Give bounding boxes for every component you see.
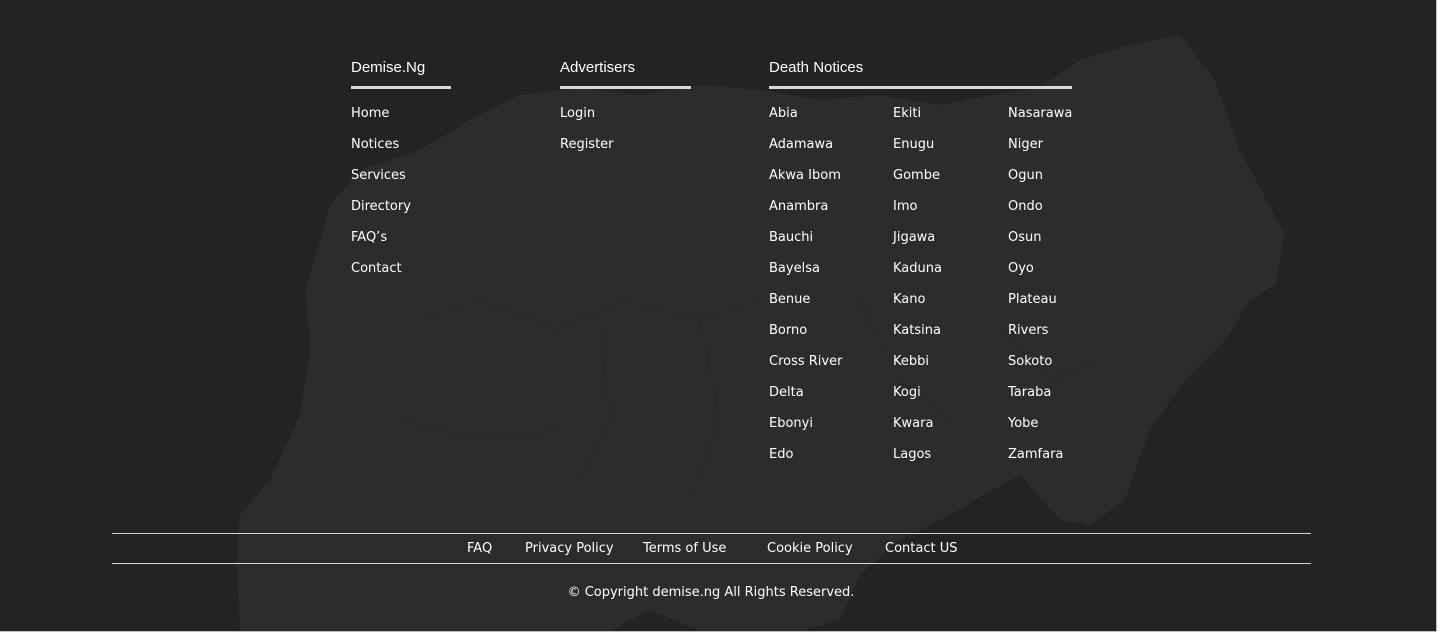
state-link[interactable]: Taraba [1008, 384, 1072, 415]
state-link[interactable]: Bayelsa [769, 260, 842, 291]
state-link[interactable]: Akwa Ibom [769, 167, 842, 198]
state-link[interactable]: Oyo [1008, 260, 1072, 291]
state-link[interactable]: Kogi [893, 384, 942, 415]
nigeria-map-background [236, 35, 1285, 631]
state-link[interactable]: Adamawa [769, 136, 842, 167]
state-link[interactable]: Kaduna [893, 260, 942, 291]
state-link[interactable]: Katsina [893, 322, 942, 353]
state-link[interactable]: Cross River [769, 353, 842, 384]
state-link[interactable]: Delta [769, 384, 842, 415]
bottom-link-privacy-policy[interactable]: Privacy Policy [525, 540, 614, 558]
footer-divider-bottom [112, 563, 1311, 564]
state-link[interactable]: Lagos [893, 446, 942, 477]
state-link[interactable]: Abia [769, 105, 842, 136]
footer-link-home[interactable]: Home [351, 105, 411, 136]
state-link[interactable]: Yobe [1008, 415, 1072, 446]
state-list-2: Ekiti Enugu Gombe Imo Jigawa Kaduna Kano… [893, 105, 942, 477]
death-notices-heading: Death Notices [769, 58, 1072, 89]
demise-ng-column: Demise.Ng Home Notices Services Director… [351, 58, 451, 276]
state-link[interactable]: Imo [893, 198, 942, 229]
state-link[interactable]: Jigawa [893, 229, 942, 260]
state-link[interactable]: Ogun [1008, 167, 1072, 198]
advertisers-heading: Advertisers [560, 58, 691, 89]
bottom-link-faq[interactable]: FAQ [467, 540, 492, 558]
state-link[interactable]: Kwara [893, 415, 942, 446]
death-notices-column: Death Notices Abia Adamawa Akwa Ibom Ana… [769, 58, 1072, 462]
footer-link-directory[interactable]: Directory [351, 198, 411, 229]
state-link[interactable]: Bauchi [769, 229, 842, 260]
bottom-link-terms-of-use[interactable]: Terms of Use [643, 540, 726, 558]
state-link[interactable]: Sokoto [1008, 353, 1072, 384]
footer-link-faqs[interactable]: FAQ’s [351, 229, 411, 260]
footer-link-contact[interactable]: Contact [351, 260, 411, 291]
state-link[interactable]: Nasarawa [1008, 105, 1072, 136]
brand-heading: Demise.Ng [351, 58, 451, 89]
state-link[interactable]: Osun [1008, 229, 1072, 260]
state-link[interactable]: Kano [893, 291, 942, 322]
state-link[interactable]: Plateau [1008, 291, 1072, 322]
site-footer: Demise.Ng Home Notices Services Director… [0, 0, 1437, 632]
footer-link-services[interactable]: Services [351, 167, 411, 198]
advertisers-links: Login Register [560, 105, 614, 167]
state-link[interactable]: Niger [1008, 136, 1072, 167]
state-link[interactable]: Gombe [893, 167, 942, 198]
footer-divider-top [112, 533, 1311, 534]
state-link[interactable]: Ekiti [893, 105, 942, 136]
state-link[interactable]: Borno [769, 322, 842, 353]
copyright-text: © Copyright demise.ng All Rights Reserve… [567, 585, 855, 600]
advertisers-column: Advertisers Login Register [560, 58, 691, 152]
state-link[interactable]: Anambra [769, 198, 842, 229]
bottom-nav: FAQ Privacy Policy Terms of Use Cookie P… [0, 540, 1436, 560]
state-link[interactable]: Kebbi [893, 353, 942, 384]
footer-link-login[interactable]: Login [560, 105, 614, 136]
state-list-3: Nasarawa Niger Ogun Ondo Osun Oyo Platea… [1008, 105, 1072, 477]
state-list-1: Abia Adamawa Akwa Ibom Anambra Bauchi Ba… [769, 105, 842, 477]
bottom-link-cookie-policy[interactable]: Cookie Policy [767, 540, 853, 558]
brand-links: Home Notices Services Directory FAQ’s Co… [351, 105, 411, 291]
state-link[interactable]: Benue [769, 291, 842, 322]
state-link[interactable]: Rivers [1008, 322, 1072, 353]
state-link[interactable]: Enugu [893, 136, 942, 167]
state-link[interactable]: Zamfara [1008, 446, 1072, 477]
state-link[interactable]: Ondo [1008, 198, 1072, 229]
state-link[interactable]: Edo [769, 446, 842, 477]
footer-link-notices[interactable]: Notices [351, 136, 411, 167]
footer-link-register[interactable]: Register [560, 136, 614, 167]
bottom-link-contact-us[interactable]: Contact US [885, 540, 957, 558]
state-link[interactable]: Ebonyi [769, 415, 842, 446]
